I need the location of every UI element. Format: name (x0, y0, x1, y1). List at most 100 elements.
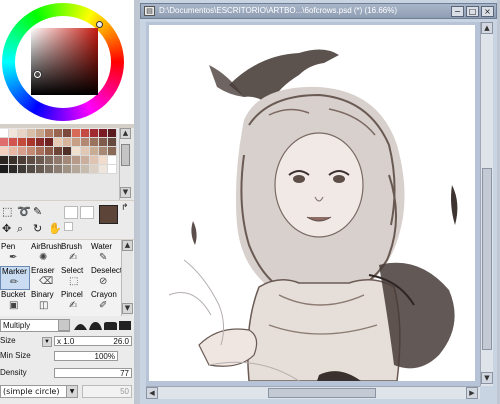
color-swatch[interactable] (90, 165, 99, 174)
color-swatch[interactable] (45, 129, 54, 138)
horizontal-scroll-thumb[interactable] (268, 388, 376, 398)
color-swatch[interactable] (54, 147, 63, 156)
color-swatch[interactable] (9, 138, 18, 147)
color-swatch[interactable] (27, 138, 36, 147)
scroll-up-icon[interactable]: ▲ (481, 22, 493, 34)
color-swatch[interactable] (99, 165, 108, 174)
color-swatch[interactable] (72, 129, 81, 138)
color-swatch[interactable] (108, 147, 117, 156)
color-swatch[interactable] (54, 129, 63, 138)
brush-shape-medium-icon[interactable] (89, 321, 102, 330)
color-swatch[interactable] (108, 165, 117, 174)
rotate-icon[interactable]: ↻ (33, 223, 42, 235)
color-swatch[interactable] (99, 138, 108, 147)
brush-select[interactable]: Select ⬚ (60, 266, 90, 290)
brush-shape-select[interactable]: (simple circle) ▼ (0, 385, 78, 398)
brush-binary[interactable]: Binary ◫ (30, 290, 60, 314)
color-swatch[interactable] (81, 165, 90, 174)
swap-colors-icon[interactable]: ↱ (121, 203, 129, 213)
lasso-icon[interactable]: ➰ (17, 206, 31, 218)
color-swatch[interactable] (72, 147, 81, 156)
scroll-down-icon[interactable]: ▼ (120, 187, 131, 198)
color-swatch[interactable] (45, 138, 54, 147)
brush-brush[interactable]: Brush ✍ (60, 242, 90, 266)
shape-strength-slider[interactable]: 50 (82, 385, 132, 398)
color-swatch[interactable] (36, 156, 45, 165)
color-swatch[interactable] (18, 129, 27, 138)
color-swatch[interactable] (27, 129, 36, 138)
color-swatch[interactable] (36, 129, 45, 138)
color-swatch[interactable] (36, 147, 45, 156)
color-swatch[interactable] (18, 156, 27, 165)
color-swatch[interactable] (99, 147, 108, 156)
maximize-button[interactable]: □ (466, 6, 479, 17)
color-swatch[interactable] (63, 147, 72, 156)
brush-deselect[interactable]: Deselect ⊘ (90, 266, 122, 290)
color-swatch[interactable] (9, 147, 18, 156)
sv-marker[interactable] (34, 71, 41, 78)
hand-icon[interactable]: ✋ (48, 223, 62, 235)
mode-swatch-2[interactable] (80, 206, 94, 219)
color-swatch[interactable] (108, 156, 117, 165)
minimize-button[interactable]: − (451, 6, 464, 17)
scroll-left-icon[interactable]: ◀ (146, 387, 158, 399)
move-icon[interactable]: ✥ (2, 223, 11, 235)
brush-water[interactable]: Water ✎ (90, 242, 120, 266)
color-swatch[interactable] (63, 165, 72, 174)
color-swatch[interactable] (0, 129, 9, 138)
color-swatch[interactable] (72, 165, 81, 174)
color-swatch[interactable] (18, 147, 27, 156)
color-swatch[interactable] (9, 129, 18, 138)
vertical-scroll-thumb[interactable] (482, 168, 492, 350)
color-swatch[interactable] (72, 138, 81, 147)
mode-swatch-1[interactable] (64, 206, 78, 219)
color-swatch[interactable] (0, 156, 9, 165)
color-swatch[interactable] (18, 138, 27, 147)
color-swatch[interactable] (99, 129, 108, 138)
color-swatch[interactable] (72, 156, 81, 165)
color-swatch[interactable] (9, 156, 18, 165)
color-swatch[interactable] (54, 156, 63, 165)
color-swatch[interactable] (90, 156, 99, 165)
blend-shape-button[interactable] (58, 319, 70, 331)
selection-rect-icon[interactable]: ⬚ (2, 206, 12, 218)
min-size-slider[interactable]: 100% (54, 351, 118, 361)
brush-pen[interactable]: Pen ✒ (0, 242, 30, 266)
brush-shape-soft-icon[interactable] (74, 321, 87, 330)
horizontal-scrollbar[interactable]: ◀ ▶ (146, 386, 480, 399)
zoom-icon[interactable]: ⌕ (17, 223, 23, 235)
color-swatch[interactable] (90, 129, 99, 138)
swatch-scroll-thumb[interactable] (121, 144, 130, 166)
saturation-value-square[interactable] (31, 28, 98, 95)
color-swatch[interactable] (27, 165, 36, 174)
chevron-down-icon[interactable]: ▼ (66, 386, 77, 397)
brush-shape-square-icon[interactable] (119, 321, 131, 330)
color-swatch[interactable] (45, 147, 54, 156)
color-swatch[interactable] (0, 165, 9, 174)
color-swatch[interactable] (27, 156, 36, 165)
scroll-down-icon[interactable]: ▼ (481, 372, 493, 384)
color-swatch[interactable] (45, 156, 54, 165)
drawing-canvas[interactable] (149, 25, 475, 381)
scroll-down-icon[interactable]: ▼ (122, 303, 133, 314)
vertical-scrollbar[interactable]: ▲ ▼ (480, 22, 493, 386)
brush-pincel[interactable]: Pincel ✍ (60, 290, 90, 314)
brush-scrollbar[interactable]: ▲ ▼ (121, 240, 133, 316)
close-button[interactable]: × (481, 6, 494, 17)
color-swatch[interactable] (99, 156, 108, 165)
brush-eraser[interactable]: Eraser ⌫ (30, 266, 60, 290)
brush-bucket[interactable]: Bucket ▣ (0, 290, 30, 314)
color-swatch[interactable] (27, 147, 36, 156)
color-swatch[interactable] (108, 138, 117, 147)
color-swatch[interactable] (90, 138, 99, 147)
main-color[interactable] (99, 205, 118, 224)
brush-airbrush[interactable]: AirBrush ✺ (30, 242, 62, 266)
color-swatch[interactable] (36, 138, 45, 147)
document-titlebar[interactable]: ▤ D:\Documentos\ESCRITORIO\ARTBO...\6ofc… (140, 3, 497, 19)
brush-marker[interactable]: Marker ✏ (0, 266, 30, 290)
color-swatch[interactable] (81, 147, 90, 156)
color-swatch[interactable] (36, 165, 45, 174)
transparent-color-icon[interactable] (64, 222, 73, 231)
color-swatch[interactable] (81, 156, 90, 165)
color-swatch[interactable] (54, 138, 63, 147)
